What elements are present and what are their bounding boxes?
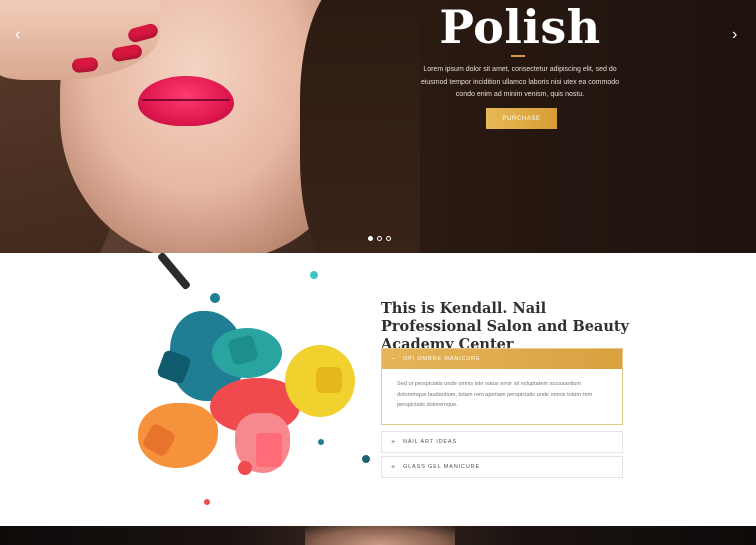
accordion-item-glass-gel[interactable]: + GLASS GEL MANICURE [381, 456, 623, 478]
accordion-label: OPI OMBRE MANICURE [403, 356, 481, 362]
polish-drop [310, 271, 318, 279]
hero-image-hair-right [300, 0, 420, 253]
hero-description: Lorem ipsum dolor sit amet, consectetur … [420, 66, 620, 98]
chevron-left-icon[interactable]: ‹ [15, 27, 20, 43]
polish-bottle-yellow [316, 367, 342, 393]
accordion-header[interactable]: + GLASS GEL MANICURE [382, 457, 622, 477]
purchase-button[interactable]: PURCHASE [486, 108, 557, 129]
nail-polish-image [130, 251, 380, 513]
polish-drop [362, 455, 370, 463]
polish-brush [156, 251, 192, 291]
plus-icon: + [391, 463, 396, 471]
hero-image-lips-line [142, 99, 230, 101]
slider-dot-2[interactable] [377, 236, 382, 241]
hero-image-lips [138, 76, 234, 126]
hero-title: Polish [439, 0, 601, 54]
minus-icon: − [391, 355, 396, 363]
polish-drop [238, 461, 252, 475]
polish-drop [204, 499, 210, 505]
slider-dot-3[interactable] [386, 236, 391, 241]
hero-slider: ‹ › Polish Lorem ipsum dolor sit amet, c… [0, 0, 756, 253]
slider-pagination [368, 236, 391, 241]
polish-drop [210, 293, 220, 303]
section-title: This is Kendall. Nail Professional Salon… [381, 300, 629, 353]
slider-dot-1[interactable] [368, 236, 373, 241]
accordion-item-opi-ombre[interactable]: − OPI OMBRE MANICURE Sed ut perspiciatis… [381, 348, 623, 425]
next-section-preview [0, 526, 756, 545]
accordion-header[interactable]: + NAIL ART IDEAS [382, 432, 622, 452]
accordion-body: Sed ut perspiciatis unde omnis iste natu… [397, 381, 593, 408]
accordion-header[interactable]: − OPI OMBRE MANICURE [382, 349, 622, 369]
polish-bottle-pink [256, 433, 282, 467]
about-section: This is Kendall. Nail Professional Salon… [0, 251, 756, 526]
plus-icon: + [391, 438, 396, 446]
accordion-item-nail-art[interactable]: + NAIL ART IDEAS [381, 431, 623, 453]
hero-divider [511, 55, 525, 57]
polish-drop [318, 439, 324, 445]
accordion-label: NAIL ART IDEAS [403, 439, 457, 445]
hands-image [305, 526, 455, 545]
accordion-label: GLASS GEL MANICURE [403, 464, 480, 470]
chevron-right-icon[interactable]: › [732, 27, 737, 43]
